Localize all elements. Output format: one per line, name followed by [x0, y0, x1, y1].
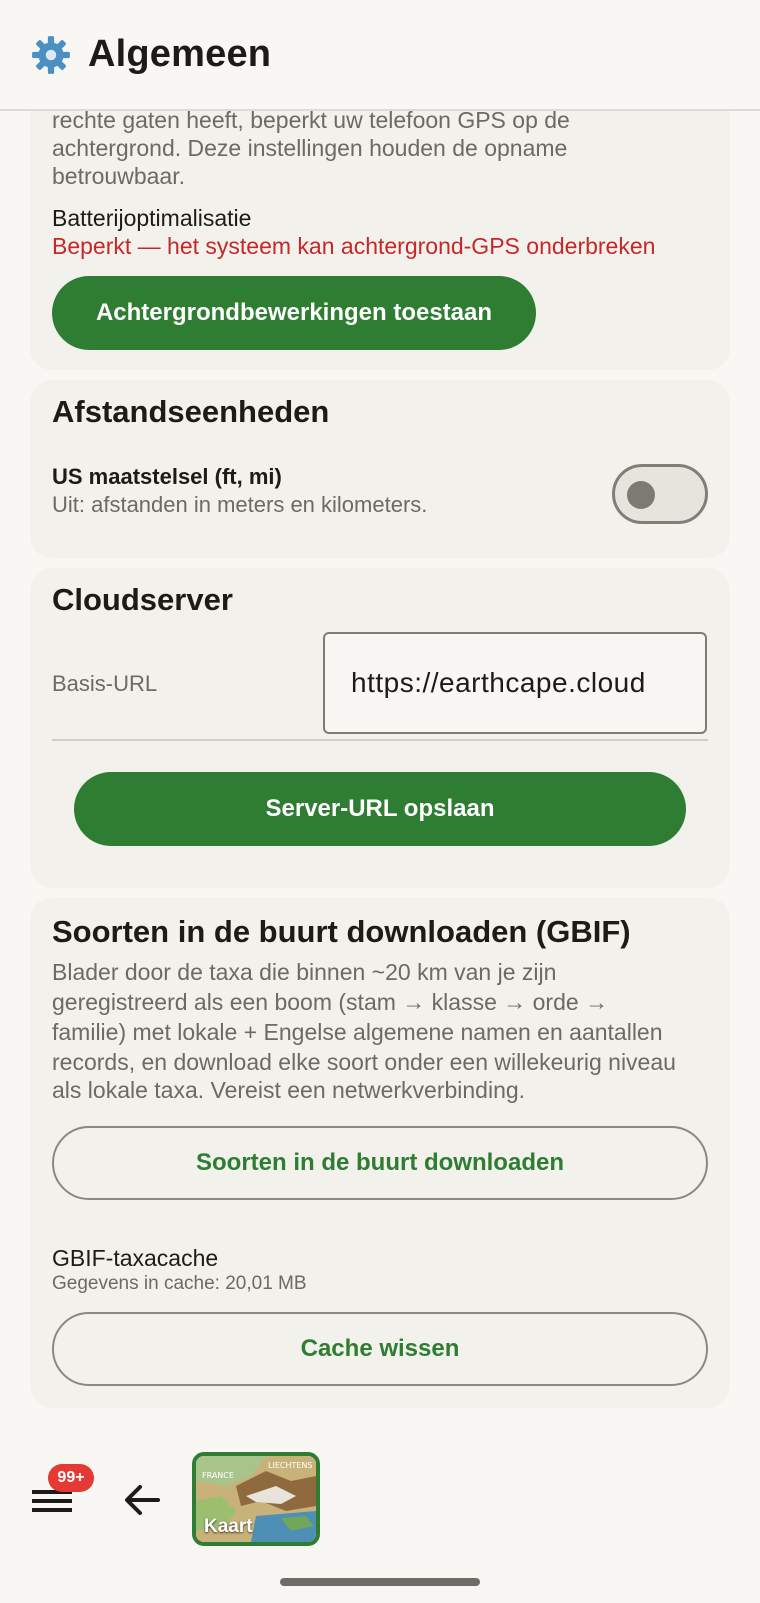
- gbif-card: Soorten in de buurt downloaden (GBIF) Bl…: [30, 898, 730, 1408]
- units-card: Afstandseenheden US maatstelsel (ft, mi)…: [30, 380, 730, 558]
- gbif-desc-line-2: geregistreerd als een boom (stam → klass…: [52, 989, 609, 1015]
- base-url-label: Basis-URL: [52, 671, 158, 696]
- us-units-label: US maatstelsel (ft, mi): [52, 464, 282, 489]
- us-units-desc: Uit: afstanden in meters en kilometers.: [52, 492, 428, 517]
- gbif-cache-label: GBIF-taxacache: [52, 1245, 219, 1271]
- map-button[interactable]: FRANCE LIECHTENS Kaart: [192, 1452, 320, 1546]
- map-text-france: FRANCE: [202, 1471, 234, 1480]
- home-indicator[interactable]: [280, 1578, 480, 1586]
- gbif-cache-info: Gegevens in cache: 20,01 MB: [52, 1273, 307, 1294]
- bottom-bar: [0, 1440, 760, 1560]
- settings-page: rechte gaten heeft, beperkt uw telefoon …: [0, 0, 760, 1603]
- base-url-input[interactable]: https://earthcape.cloud: [323, 632, 707, 734]
- cloud-card-title: Cloudserver: [52, 582, 233, 617]
- save-server-url-button[interactable]: Server-URL opslaan: [74, 772, 686, 846]
- map-label: Kaart: [204, 1516, 253, 1537]
- back-arrow-icon[interactable]: [120, 1480, 164, 1520]
- gear-icon: [32, 35, 70, 74]
- download-nearby-species-button[interactable]: Soorten in de buurt downloaden: [52, 1126, 708, 1200]
- app-header: Algemeen: [0, 0, 760, 111]
- battery-status-text: Beperkt — het systeem kan achtergrond-GP…: [52, 233, 656, 259]
- battery-intro-line-3: betrouwbaar.: [52, 163, 185, 189]
- battery-optimization-label: Batterijoptimalisatie: [52, 205, 252, 231]
- notification-badge: 99+: [48, 1464, 94, 1492]
- gbif-card-title: Soorten in de buurt downloaden (GBIF): [52, 914, 631, 949]
- clear-cache-button[interactable]: Cache wissen: [52, 1312, 708, 1386]
- divider: [52, 739, 708, 741]
- gbif-desc-line-4: records, en download elke soort onder ee…: [52, 1049, 676, 1075]
- cloud-card: Cloudserver Basis-URL https://earthcape.…: [30, 568, 730, 888]
- gbif-desc-line-3: familie) met lokale + Engelse algemene n…: [52, 1019, 663, 1045]
- us-units-toggle[interactable]: [612, 464, 708, 524]
- units-card-title: Afstandseenheden: [52, 394, 330, 429]
- map-text-liechtenstein: LIECHTENS: [268, 1461, 312, 1470]
- battery-intro-line-2: achtergrond. Deze instellingen houden de…: [52, 135, 568, 161]
- allow-background-button[interactable]: Achtergrondbewerkingen toestaan: [52, 276, 536, 350]
- toggle-knob: [627, 481, 655, 509]
- gbif-desc-line-1: Blader door de taxa die binnen ~20 km va…: [52, 959, 557, 985]
- page-title: Algemeen: [88, 33, 272, 75]
- gbif-desc-line-5: als lokale taxa. Vereist een netwerkverb…: [52, 1077, 526, 1103]
